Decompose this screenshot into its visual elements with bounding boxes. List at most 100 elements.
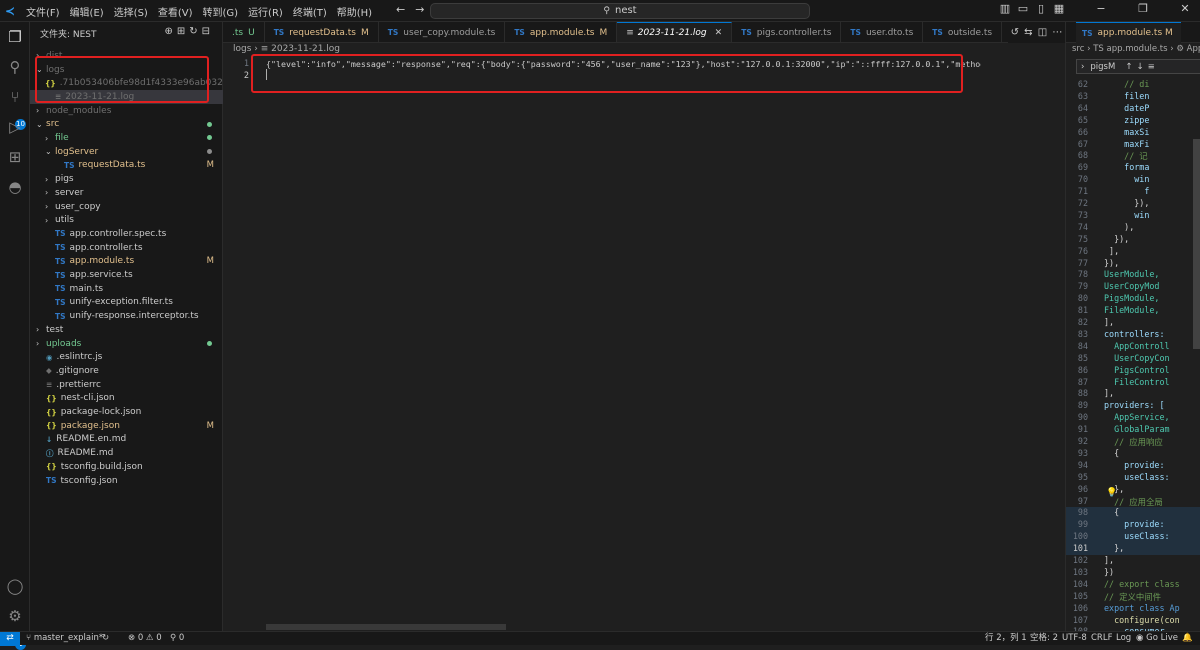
code-line[interactable]: 101 }, [1066,543,1200,555]
menu-item[interactable]: 文件(F) [26,4,60,19]
tree-item[interactable]: ⓘ README.md [30,446,223,460]
code-line[interactable]: 102], [1066,555,1200,567]
tree-item[interactable]: TS requestData.ts M [30,159,223,173]
code-line[interactable]: 81 FileModule, [1066,305,1200,317]
editor-tab[interactable]: TS requestData.ts M [265,22,379,42]
code-line[interactable]: 91 GlobalParam [1066,424,1200,436]
tree-item[interactable]: ◉ .eslintrc.js [30,350,223,364]
editor-tab[interactable]: ≡ 2023-11-21.log ✕ [617,22,733,42]
tree-item[interactable]: {} nest-cli.json [30,392,223,406]
secondary-scrollbar[interactable] [1193,79,1200,634]
code-line[interactable]: 93 { [1066,448,1200,460]
maximize-button[interactable]: ❐ [1134,2,1152,15]
editor-tab[interactable]: TS pigs.controller.ts [732,22,842,42]
code-line[interactable]: 74 ), [1066,222,1200,234]
tree-item[interactable]: › utils [30,213,223,227]
tree-item[interactable]: ≡ .prettierrc [30,378,223,392]
tree-item[interactable]: › uploads [30,337,223,351]
find-widget[interactable]: › pigsM ↑↓≡ [1076,59,1200,74]
sync-icon[interactable]: ↻ [102,632,109,646]
tree-item[interactable]: › node_modules [30,104,223,118]
tree-item[interactable]: › server [30,186,223,200]
tree-item[interactable]: TS app.module.ts M [30,255,223,269]
layout-panel-icon[interactable]: ▭ [1014,2,1032,15]
ports-status[interactable]: ⚲ 0 [170,632,184,646]
code-line[interactable]: 107 configure(con [1066,615,1200,627]
code-line[interactable]: 103}) [1066,567,1200,579]
extensions-icon[interactable]: ⊞ [5,147,25,167]
code-line[interactable]: 71 f [1066,186,1200,198]
editor-tab[interactable]: TS outside.ts [923,22,1003,42]
code-line[interactable]: 80 PigsModule, [1066,293,1200,305]
tree-item[interactable]: TS app.service.ts [30,268,223,282]
code-line[interactable]: 106 export class Ap [1066,603,1200,615]
code-line[interactable]: 100 useClass: [1066,531,1200,544]
layout-secondary-icon[interactable]: ▯ [1032,2,1050,15]
menu-item[interactable]: 终端(T) [293,4,327,19]
code-line[interactable]: 69 forma [1066,162,1200,174]
code-line[interactable]: 87 FileControl [1066,377,1200,389]
tree-item[interactable]: › pigs [30,172,223,186]
tree-item[interactable]: {} package-lock.json [30,405,223,419]
nav-arrows[interactable]: ←→ [396,3,434,16]
editor-tab[interactable]: TS app.module.ts M [505,22,618,42]
code-line[interactable]: 70 win [1066,174,1200,186]
account-icon[interactable]: ◯ [5,576,25,596]
tree-item[interactable]: TS main.ts [30,282,223,296]
code-line[interactable]: 63 filen [1066,91,1200,103]
code-line[interactable]: 105 // 定义中间件 [1066,591,1200,603]
cursor-position[interactable]: 行 2，列 1 [985,632,1027,646]
code-line[interactable]: 95 useClass: [1066,472,1200,484]
tree-item[interactable]: TS tsconfig.json [30,474,223,488]
explorer-actions[interactable]: ⊕⊞↻⊟ [164,26,214,37]
close-window-button[interactable]: ✕ [1176,2,1194,15]
editor-tab[interactable]: .ts U [223,22,265,42]
tree-item[interactable]: › user_copy [30,200,223,214]
encoding[interactable]: UTF-8 [1062,632,1087,646]
problems-status[interactable]: ⊗ 0 ⚠ 0 [128,632,162,646]
menu-item[interactable]: 查看(V) [158,4,193,19]
code-line[interactable]: 62 // di [1066,79,1200,91]
menu-item[interactable]: 运行(R) [248,4,283,19]
source-control-icon[interactable]: ⑂ [5,87,25,107]
split-editor-icon[interactable]: ◫ [1038,27,1047,38]
explorer-icon[interactable]: ❐ [5,27,25,47]
code-line[interactable]: 65 zippe [1066,115,1200,127]
tree-item[interactable]: ⌄ logServer [30,145,223,159]
code-line[interactable]: 98 { [1066,507,1200,520]
code-line[interactable]: 83 controllers: [1066,329,1200,341]
find-nav-icons[interactable]: ↑↓≡ [1125,62,1158,72]
menu-item[interactable]: 选择(S) [114,4,148,19]
go-live-button[interactable]: ◉ Go Live [1136,632,1178,646]
eol[interactable]: CRLF [1091,632,1112,646]
editor-tab[interactable]: TS user.dto.ts [841,22,924,42]
menu-item[interactable]: 转到(G) [203,4,239,19]
code-line[interactable]: 79 UserCopyMod [1066,281,1200,293]
code-line[interactable]: 86 PigsControl [1066,365,1200,377]
code-line[interactable]: 68 // 记 [1066,150,1200,162]
indentation[interactable]: 空格: 2 [1030,632,1058,646]
code-line[interactable]: 67 maxFi [1066,139,1200,151]
code-line[interactable]: 85 UserCopyCon [1066,353,1200,365]
tree-item[interactable]: › test [30,323,223,337]
run-debug-icon[interactable]: ▷ [5,117,25,137]
menu-item[interactable]: 帮助(H) [337,4,372,19]
chevron-icon[interactable]: › [1081,62,1084,72]
secondary-breadcrumb[interactable]: src › TS app.module.ts › ⚙ AppM [1072,44,1200,54]
more-actions-icon[interactable]: ⋯ [1052,27,1062,38]
tree-item[interactable]: TS app.controller.ts [30,241,223,255]
command-center[interactable]: ⚲ nest [430,3,810,19]
branch-status[interactable]: ⑂ master_explain* [26,632,103,646]
horizontal-scrollbar[interactable] [266,624,506,630]
settings-gear-icon[interactable]: ⚙ [5,606,25,626]
code-line[interactable]: 96 }, [1066,484,1200,496]
tree-item[interactable]: TS app.controller.spec.ts [30,227,223,241]
editor-tab[interactable]: TS user_copy.module.ts [379,22,506,42]
find-input[interactable]: pigsM [1090,62,1115,72]
close-tab-icon[interactable]: ✕ [715,28,723,38]
scrollbar-thumb[interactable] [1193,139,1200,349]
editor-area[interactable]: 1 2 {"level":"info","message":"response"… [223,57,1065,631]
code-line[interactable]: 77}), [1066,258,1200,270]
layout-customize-icon[interactable]: ▦ [1050,2,1068,15]
history-icon[interactable]: ↺ [1011,27,1019,38]
